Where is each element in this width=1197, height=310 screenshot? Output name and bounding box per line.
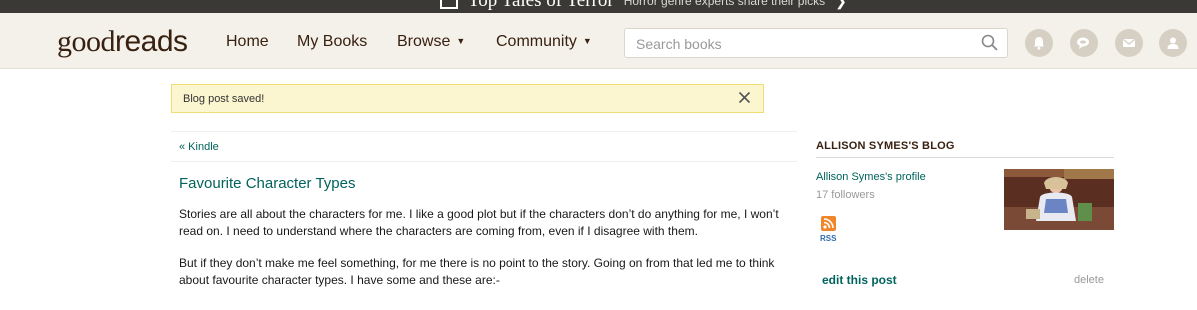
discussions-icon[interactable] <box>1070 29 1098 57</box>
post-body: Stories are all about the characters for… <box>179 206 799 304</box>
messages-icon[interactable] <box>1115 29 1143 57</box>
nav-home-label: Home <box>226 33 269 50</box>
blog-heading: Allison Symes's Blog <box>816 140 955 152</box>
nav-browse-label: Browse <box>397 33 451 50</box>
nav-my-books[interactable]: My Books <box>297 33 367 51</box>
rss-icon[interactable] <box>821 216 836 236</box>
promo-banner[interactable]: Top Tales of Terror Horror genre experts… <box>0 0 1197 13</box>
nav-community[interactable]: Community ▼ <box>496 33 592 51</box>
post-title: Favourite Character Types <box>179 175 356 192</box>
divider <box>171 161 797 162</box>
nav-browse[interactable]: Browse ▼ <box>397 33 465 51</box>
flash-notice: Blog post saved! <box>171 84 764 113</box>
logo-reads: reads <box>115 25 188 58</box>
nav-community-label: Community <box>496 33 577 50</box>
flash-message: Blog post saved! <box>183 93 265 105</box>
author-photo[interactable] <box>1004 169 1114 230</box>
search-input[interactable] <box>634 35 968 53</box>
chevron-right-icon: ❯ <box>835 0 847 9</box>
promo-title: Top Tales of Terror <box>468 0 614 11</box>
nav-home[interactable]: Home <box>226 33 269 51</box>
delete-post-link[interactable]: delete <box>1074 274 1104 286</box>
back-link[interactable]: « Kindle <box>171 132 797 161</box>
friends-icon[interactable] <box>1159 29 1187 57</box>
notifications-icon[interactable] <box>1025 29 1053 57</box>
caret-down-icon: ▼ <box>582 36 592 46</box>
search-box <box>624 28 1008 58</box>
search-icon[interactable] <box>981 34 999 57</box>
post-paragraph: Stories are all about the characters for… <box>179 207 779 238</box>
edit-post-link[interactable]: edit this post <box>822 273 897 287</box>
book-icon <box>440 0 458 9</box>
logo-good: good <box>57 25 116 58</box>
author-profile-link[interactable]: Allison Symes's profile <box>816 171 926 183</box>
post-paragraph: But if they don’t make me feel something… <box>179 256 775 287</box>
rss-label: RSS <box>820 234 837 243</box>
site-header: goodreads Home My Books Browse ▼ Communit… <box>0 13 1197 69</box>
blog-post: « Kindle Favourite Character Types Stori… <box>171 131 797 287</box>
nav-my-books-label: My Books <box>297 33 368 50</box>
promo-subtitle: Horror genre experts share their picks <box>623 0 826 8</box>
divider <box>816 157 1114 158</box>
close-icon[interactable] <box>738 91 751 109</box>
caret-down-icon: ▼ <box>456 36 466 46</box>
goodreads-logo[interactable]: goodreads <box>57 25 188 59</box>
followers-count: 17 followers <box>816 189 875 201</box>
